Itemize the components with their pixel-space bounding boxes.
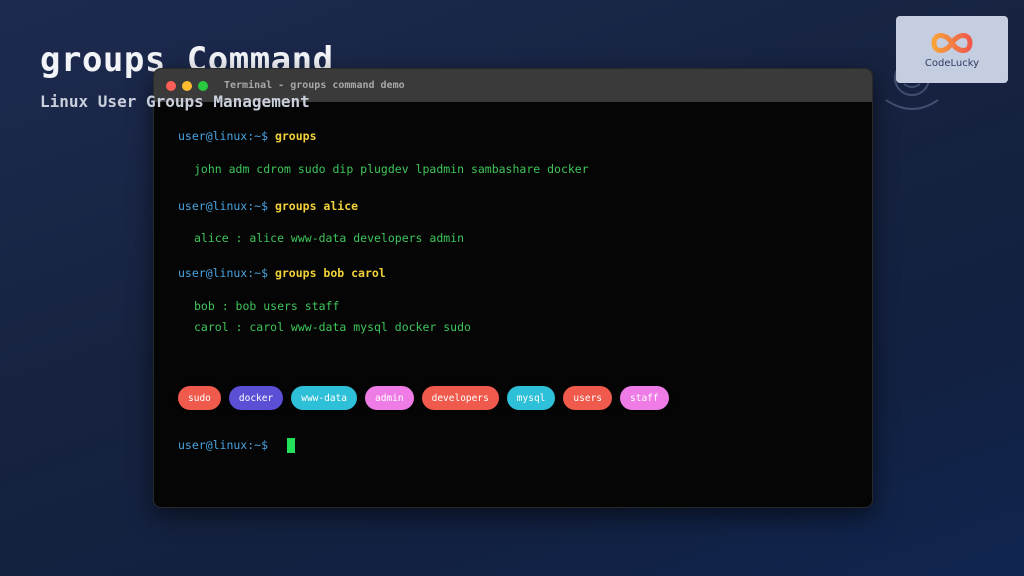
terminal-title: Terminal - groups command demo [224, 80, 405, 91]
group-badges: sudo docker www-data admin developers my… [178, 386, 669, 410]
output-line: bob : bob users staff [194, 299, 340, 313]
text-cursor [287, 438, 295, 453]
group-badge: www-data [291, 386, 357, 410]
group-badge: mysql [506, 386, 556, 410]
infinity-logo-icon [931, 33, 973, 53]
slide-subtitle: Linux User Groups Management [40, 92, 310, 111]
prompt: user@linux:~$ [178, 129, 269, 143]
command-line: user@linux:~$ groups [178, 129, 317, 143]
logo-text: CodeLucky [924, 58, 980, 69]
close-window-icon[interactable] [166, 81, 176, 91]
minimize-window-icon[interactable] [182, 81, 192, 91]
output-line: john adm cdrom sudo dip plugdev lpadmin … [194, 162, 589, 176]
group-badge: users [563, 386, 613, 410]
command-text: groups alice [274, 199, 359, 213]
group-badge: developers [421, 386, 499, 410]
group-badge: docker [228, 386, 284, 410]
maximize-window-icon[interactable] [198, 81, 208, 91]
output-line: carol : carol www-data mysql docker sudo [194, 320, 471, 334]
command-text: groups bob carol [274, 266, 386, 280]
terminal-window[interactable]: Terminal - groups command demo user@linu… [153, 68, 873, 508]
group-badge: admin [364, 386, 414, 410]
command-line: user@linux:~$ groups alice [178, 199, 358, 213]
prompt: user@linux:~$ [178, 199, 269, 213]
output-line: alice : alice www-data developers admin [194, 231, 465, 245]
command-text: groups [274, 129, 317, 143]
codelucky-logo: CodeLucky [896, 16, 1008, 83]
group-badge: staff [620, 386, 669, 410]
group-badge: sudo [178, 386, 221, 410]
active-prompt-line[interactable]: user@linux:~$ [178, 438, 268, 452]
prompt: user@linux:~$ [178, 438, 269, 452]
prompt: user@linux:~$ [178, 266, 269, 280]
command-line: user@linux:~$ groups bob carol [178, 266, 386, 280]
